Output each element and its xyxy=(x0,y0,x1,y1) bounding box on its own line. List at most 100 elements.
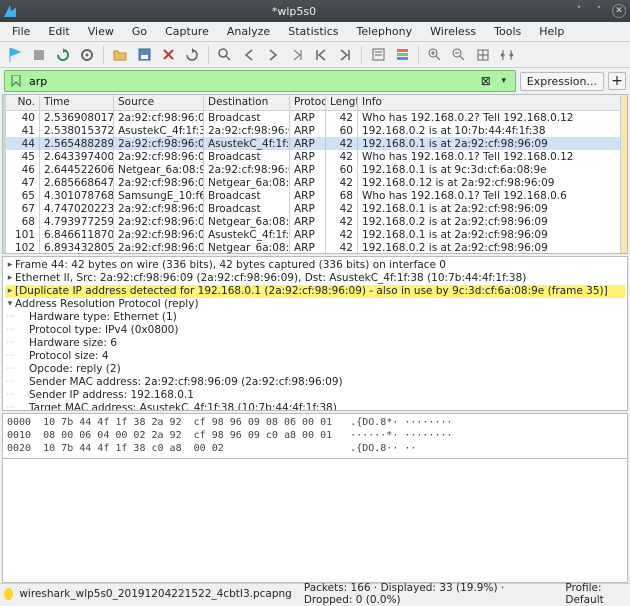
packet-row[interactable]: 412.538015372AsustekC_4f:1f:382a:92:cf:9… xyxy=(6,124,621,137)
menu-telephony[interactable]: Telephony xyxy=(349,23,421,40)
packet-row[interactable]: 452.6433974002a:92:cf:98:96:09BroadcastA… xyxy=(6,150,621,163)
detail-node[interactable]: ⋯Hardware type: Ethernet (1) xyxy=(5,311,625,324)
cell-prot: ARP xyxy=(290,137,326,150)
cell-no: 40 xyxy=(6,111,40,124)
find-packet-button[interactable] xyxy=(214,44,236,66)
column-info[interactable]: Info xyxy=(358,95,621,110)
expand-caret-icon[interactable]: ▸ xyxy=(5,285,15,298)
packet-list-header[interactable]: No. Time Source Destination Protocol Len… xyxy=(6,95,621,111)
cell-prot: ARP xyxy=(290,124,326,137)
packet-row[interactable]: 402.5369080172a:92:cf:98:96:09BroadcastA… xyxy=(6,111,621,124)
menu-bar: FileEditViewGoCaptureAnalyzeStatisticsTe… xyxy=(0,22,630,42)
display-filter-bar: ⊠ ▾ Expression... + xyxy=(0,68,630,94)
packet-row[interactable]: 684.7939772592a:92:cf:98:96:09Netgear_6a… xyxy=(6,215,621,228)
zoom-out-button[interactable] xyxy=(448,44,470,66)
colorize-button[interactable] xyxy=(391,44,413,66)
resize-columns-button[interactable] xyxy=(496,44,518,66)
close-file-button[interactable] xyxy=(157,44,179,66)
open-file-button[interactable] xyxy=(109,44,131,66)
go-next-button[interactable] xyxy=(262,44,284,66)
cell-prot: ARP xyxy=(290,176,326,189)
menu-statistics[interactable]: Statistics xyxy=(280,23,346,40)
expand-caret-icon[interactable]: ▸ xyxy=(5,272,15,285)
packet-list-body[interactable]: 402.5369080172a:92:cf:98:96:09BroadcastA… xyxy=(6,111,621,253)
detail-node[interactable]: ⋯Protocol type: IPv4 (0x0800) xyxy=(5,324,625,337)
close-button[interactable]: ✕ xyxy=(612,4,626,18)
cell-info: 192.168.0.2 is at 2a:92:cf:98:96:09 xyxy=(358,215,621,228)
packet-row[interactable]: 1016.8466118702a:92:cf:98:96:09AsustekC_… xyxy=(6,228,621,241)
cell-no: 47 xyxy=(6,176,40,189)
minimize-button[interactable]: ˅ xyxy=(572,4,586,18)
add-filter-button[interactable]: + xyxy=(608,72,626,90)
expand-caret-icon[interactable]: ▾ xyxy=(5,298,15,311)
menu-capture[interactable]: Capture xyxy=(157,23,217,40)
zoom-in-button[interactable] xyxy=(424,44,446,66)
packet-list-scrollbar-track[interactable] xyxy=(621,95,627,253)
menu-edit[interactable]: Edit xyxy=(40,23,77,40)
cell-info: 192.168.0.12 is at 2a:92:cf:98:96:09 xyxy=(358,176,621,189)
filter-dropdown-icon[interactable]: ▾ xyxy=(497,76,511,86)
cell-no: 102 xyxy=(6,241,40,253)
reload-button[interactable] xyxy=(181,44,203,66)
detail-node[interactable]: ▾Address Resolution Protocol (reply) xyxy=(5,298,625,311)
expert-info-icon[interactable] xyxy=(4,588,13,600)
cell-info: 192.168.0.1 is at 2a:92:cf:98:96:09 xyxy=(358,202,621,215)
packet-details-pane[interactable]: ▸Frame 44: 42 bytes on wire (336 bits), … xyxy=(2,256,628,411)
menu-tools[interactable]: Tools xyxy=(486,23,529,40)
display-filter-field[interactable]: ⊠ ▾ xyxy=(4,70,516,92)
column-time[interactable]: Time xyxy=(40,95,114,110)
packet-row[interactable]: 462.644522606Netgear_6a:08:9e2a:92:cf:98… xyxy=(6,163,621,176)
packet-list-pane[interactable]: No. Time Source Destination Protocol Len… xyxy=(2,94,628,254)
packet-row[interactable]: 1026.8934328052a:92:cf:98:96:09Netgear_6… xyxy=(6,241,621,253)
menu-go[interactable]: Go xyxy=(124,23,155,40)
cell-len: 42 xyxy=(326,202,358,215)
start-capture-button[interactable] xyxy=(4,44,26,66)
go-to-packet-button[interactable] xyxy=(286,44,308,66)
clear-filter-button[interactable]: ⊠ xyxy=(479,74,493,88)
column-dest[interactable]: Destination xyxy=(204,95,290,110)
column-protocol[interactable]: Protocol xyxy=(290,95,326,110)
column-length[interactable]: Length xyxy=(326,95,358,110)
detail-node[interactable]: ⋯Hardware size: 6 xyxy=(5,337,625,350)
capture-options-button[interactable] xyxy=(76,44,98,66)
detail-text: [Duplicate IP address detected for 192.1… xyxy=(15,285,608,298)
packet-row[interactable]: 442.5654882892a:92:cf:98:96:09AsustekC_4… xyxy=(6,137,621,150)
detail-node[interactable]: ⋯Target MAC address: AsustekC_4f:1f:38 (… xyxy=(5,402,625,411)
menu-file[interactable]: File xyxy=(4,23,38,40)
packet-row[interactable]: 472.6856686472a:92:cf:98:96:09Netgear_6a… xyxy=(6,176,621,189)
go-previous-button[interactable] xyxy=(238,44,260,66)
expand-caret-icon[interactable]: ▸ xyxy=(5,259,15,272)
column-source[interactable]: Source xyxy=(114,95,204,110)
bookmark-icon[interactable] xyxy=(9,74,23,88)
go-first-button[interactable] xyxy=(310,44,332,66)
cell-len: 42 xyxy=(326,228,358,241)
column-no[interactable]: No. xyxy=(6,95,40,110)
status-profile[interactable]: Profile: Default xyxy=(565,582,626,606)
detail-node[interactable]: ⋯Protocol size: 4 xyxy=(5,350,625,363)
status-filename[interactable]: wireshark_wlp5s0_20191204221522_4cbtI3.p… xyxy=(19,588,292,600)
detail-node[interactable]: ⋯Opcode: reply (2) xyxy=(5,363,625,376)
menu-view[interactable]: View xyxy=(80,23,122,40)
packet-bytes-pane[interactable]: 0000 10 7b 44 4f 1f 38 2a 92 cf 98 96 09… xyxy=(2,413,628,459)
expression-button[interactable]: Expression... xyxy=(520,72,604,91)
menu-wireless[interactable]: Wireless xyxy=(422,23,484,40)
restart-capture-button[interactable] xyxy=(52,44,74,66)
display-filter-input[interactable] xyxy=(27,74,475,89)
cell-len: 42 xyxy=(326,150,358,163)
packet-row[interactable]: 674.7470202232a:92:cf:98:96:09BroadcastA… xyxy=(6,202,621,215)
go-last-button[interactable] xyxy=(334,44,356,66)
maximize-button[interactable]: ˄ xyxy=(592,4,606,18)
detail-node[interactable]: ▸[Duplicate IP address detected for 192.… xyxy=(5,285,625,298)
packet-row[interactable]: 654.301078768SamsungE_10:f6:24BroadcastA… xyxy=(6,189,621,202)
zoom-reset-button[interactable] xyxy=(472,44,494,66)
detail-node[interactable]: ▸Frame 44: 42 bytes on wire (336 bits), … xyxy=(5,259,625,272)
detail-node[interactable]: ⋯Sender MAC address: 2a:92:cf:98:96:09 (… xyxy=(5,376,625,389)
menu-analyze[interactable]: Analyze xyxy=(219,23,278,40)
save-file-button[interactable] xyxy=(133,44,155,66)
cell-src: 2a:92:cf:98:96:09 xyxy=(114,150,204,163)
detail-node[interactable]: ▸Ethernet II, Src: 2a:92:cf:98:96:09 (2a… xyxy=(5,272,625,285)
detail-node[interactable]: ⋯Sender IP address: 192.168.0.1 xyxy=(5,389,625,402)
stop-capture-button[interactable] xyxy=(28,44,50,66)
auto-scroll-button[interactable] xyxy=(367,44,389,66)
menu-help[interactable]: Help xyxy=(531,23,572,40)
